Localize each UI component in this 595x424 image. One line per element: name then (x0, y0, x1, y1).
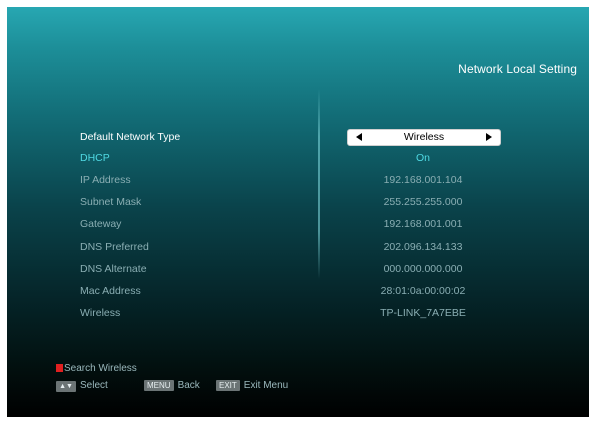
menu-key-icon: MENU (144, 380, 174, 391)
setting-value: 192.168.001.001 (383, 218, 463, 230)
page-title: Network Local Setting (458, 62, 577, 76)
setting-value: On (415, 152, 430, 164)
tv-screen: Network Local Setting Default Network Ty… (7, 7, 589, 417)
setting-label: Gateway (80, 218, 122, 230)
exit-menu-label: Exit Menu (243, 380, 289, 391)
setting-row-dns-preferred[interactable]: DNS Preferred 202.096.134.133 (7, 238, 589, 260)
setting-row-mac-address: Mac Address 28:01:0a:00:00:02 (7, 282, 589, 304)
setting-label: IP Address (80, 174, 131, 186)
setting-row-dns-alternate[interactable]: DNS Alternate 000.000.000.000 (7, 260, 589, 282)
network-type-value: Wireless (403, 131, 445, 143)
updown-key-icon: ▲▼ (56, 381, 76, 392)
menu-back-label: Back (177, 380, 200, 391)
setting-row-gateway[interactable]: Gateway 192.168.001.001 (7, 215, 589, 237)
search-wireless-label: Search Wireless (64, 363, 137, 374)
setting-label: Mac Address (80, 285, 141, 297)
setting-label: DNS Preferred (80, 241, 149, 253)
setting-row-default-network-type[interactable]: Default Network Type Wireless (7, 128, 589, 150)
setting-value: 255.255.255.000 (383, 196, 463, 208)
setting-value: 202.096.134.133 (383, 241, 463, 253)
setting-value: 000.000.000.000 (383, 263, 463, 275)
setting-label: Default Network Type (80, 131, 181, 143)
setting-value: TP-LINK_7A7EBE (380, 307, 466, 319)
setting-label: DHCP (80, 152, 110, 164)
setting-row-wireless[interactable]: Wireless TP-LINK_7A7EBE (7, 304, 589, 326)
red-key-icon (56, 364, 63, 372)
select-hint: ▲▼ Select (56, 380, 108, 392)
setting-value: 28:01:0a:00:00:02 (380, 285, 466, 297)
network-type-selector[interactable]: Wireless (347, 129, 501, 146)
select-label: Select (80, 380, 108, 391)
exit-menu-hint: EXIT Exit Menu (216, 380, 288, 391)
setting-row-ip-address[interactable]: IP Address 192.168.001.104 (7, 171, 589, 193)
arrow-right-icon[interactable] (486, 133, 492, 141)
menu-back-hint: MENU Back (144, 380, 200, 391)
setting-value: 192.168.001.104 (383, 174, 463, 186)
setting-label: Wireless (80, 307, 121, 319)
setting-row-subnet-mask[interactable]: Subnet Mask 255.255.255.000 (7, 193, 589, 215)
search-wireless-hint[interactable]: Search Wireless (56, 363, 137, 374)
exit-key-icon: EXIT (216, 380, 240, 391)
setting-row-dhcp[interactable]: DHCP On (7, 149, 589, 171)
setting-label: DNS Alternate (80, 263, 147, 275)
setting-label: Subnet Mask (80, 196, 142, 208)
